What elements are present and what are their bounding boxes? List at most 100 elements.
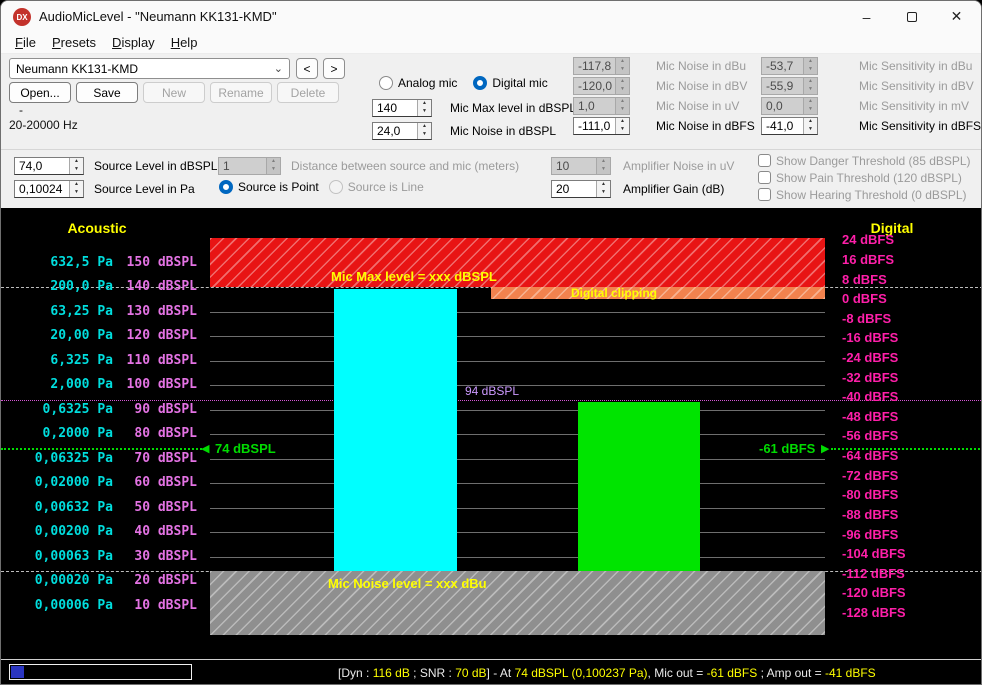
spin-up-icon: ▲ [267, 158, 280, 166]
spin-up-icon[interactable]: ▲ [418, 123, 431, 131]
pa-value: 0,06325 Pa [1, 451, 113, 467]
arrow-left-icon: ◀ [201, 442, 209, 456]
preset-combobox[interactable]: Neumann KK131-KMD ⌄ [9, 58, 290, 79]
spin-down-icon: ▼ [616, 66, 629, 74]
mic-sensitivity-in-dbu-row: -53,7▲▼Mic Sensitivity in dBu [761, 57, 981, 75]
mic-noise-spinners: -117,8▲▼Mic Noise in dBu-120,0▲▼Mic Nois… [573, 57, 755, 135]
checkbox-show-danger-threshold-85-dbspl[interactable]: Show Danger Threshold (85 dBSPL) [758, 153, 971, 168]
checkbox-icon[interactable] [758, 154, 771, 167]
distance-between-source-and-mic-meters-spinner: 1▲▼ [218, 157, 281, 175]
pa-value: 20,00 Pa [1, 328, 113, 344]
dbfs-axis-row: -48 dBFS [842, 409, 898, 425]
spl-axis-row: 200,0 Pa140 dBSPL [1, 279, 197, 295]
spin-up-icon[interactable]: ▲ [804, 118, 817, 126]
checkbox-show-pain-threshold-120-dbspl[interactable]: Show Pain Threshold (120 dBSPL) [758, 170, 971, 185]
maximize-button[interactable] [889, 1, 934, 32]
spin-down-icon: ▼ [804, 66, 817, 74]
mic-max-level-in-dbspl-value[interactable]: 140 [373, 100, 417, 116]
minimize-button[interactable]: – [844, 1, 889, 32]
mic-max-level-in-dbspl-spinner[interactable]: 140▲▼ [372, 99, 432, 117]
spinner-arrows-icon: ▲▼ [615, 78, 629, 94]
mic-noise-in-uv-label: Mic Noise in uV [656, 99, 739, 113]
dbfs-axis-row: -56 dBFS [842, 428, 898, 444]
spl-axis-row: 0,02000 Pa60 dBSPL [1, 475, 197, 491]
checkbox-icon[interactable] [758, 188, 771, 201]
gridline [210, 336, 825, 337]
spinner-arrows-icon: ▲▼ [803, 58, 817, 74]
source-level-in-dbspl-value[interactable]: 74,0 [15, 158, 69, 174]
spinner-arrows-icon: ▲▼ [615, 98, 629, 114]
status-segment: ; SNR : [410, 666, 455, 680]
source-type-radios: Source is Point Source is Line [219, 180, 424, 194]
mic-noise-in-dbv-label: Mic Noise in dBV [656, 79, 747, 93]
radio-source-is-point[interactable]: Source is Point [219, 180, 319, 194]
menu-bar: FilePresetsDisplayHelp [1, 33, 981, 54]
show-pain-threshold-120-dbspl-label: Show Pain Threshold (120 dBSPL) [776, 171, 962, 185]
mic-noise-in-dbfs-row: -111,0▲▼Mic Noise in dBFS [573, 117, 755, 135]
spl-axis-row: 0,00063 Pa30 dBSPL [1, 549, 197, 565]
dbfs-axis-row: -72 dBFS [842, 468, 898, 484]
menu-item-file[interactable]: File [7, 33, 44, 50]
spin-down-icon[interactable]: ▼ [70, 166, 83, 174]
radio-analog-mic[interactable]: Analog mic [379, 76, 457, 90]
amplifier-gain-db-value[interactable]: 20 [552, 181, 596, 197]
dbspl-value: 50 dBSPL [113, 500, 197, 516]
open-button[interactable]: Open... [9, 82, 71, 103]
spin-up-icon[interactable]: ▲ [616, 118, 629, 126]
close-button[interactable]: ✕ [934, 1, 979, 32]
digital-clipping-label: Digital clipping [571, 287, 657, 299]
spin-down-icon[interactable]: ▼ [418, 108, 431, 116]
mic-max-level-in-dbspl-label: Mic Max level in dBSPL [450, 101, 576, 115]
mic-sensitivity-in-dbfs-spinner[interactable]: -41,0▲▼ [761, 117, 818, 135]
radio-icon[interactable] [379, 76, 393, 90]
dbspl-value: 30 dBSPL [113, 549, 197, 565]
spin-up-icon[interactable]: ▲ [418, 100, 431, 108]
spin-down-icon: ▼ [804, 86, 817, 94]
amplifier-noise-in-uv-row: 10▲▼Amplifier Noise in uV [551, 157, 734, 175]
close-icon: ✕ [951, 8, 963, 25]
checkbox-show-hearing-threshold-0-dbspl[interactable]: Show Hearing Threshold (0 dBSPL) [758, 187, 971, 202]
radio-digital-mic[interactable]: Digital mic [473, 76, 547, 90]
source-is-line-label: Source is Line [348, 180, 424, 194]
dbfs-axis-row: -112 dBFS [842, 566, 905, 582]
marker-right-label: -61 dBFS [759, 441, 815, 456]
mic-noise-in-dbfs-spinner[interactable]: -111,0▲▼ [573, 117, 630, 135]
source-level-spinners: 74,0▲▼Source Level in dBSPL0,10024▲▼Sour… [14, 157, 217, 198]
spin-down-icon[interactable]: ▼ [418, 131, 431, 139]
spin-down-icon[interactable]: ▼ [597, 189, 610, 197]
spin-up-icon[interactable]: ▲ [597, 181, 610, 189]
save-button[interactable]: Save [76, 82, 138, 103]
radio-icon[interactable] [473, 76, 487, 90]
spl-axis-row: 0,00200 Pa40 dBSPL [1, 524, 197, 540]
source-level-in-pa-value[interactable]: 0,10024 [15, 181, 69, 197]
spin-up-icon[interactable]: ▲ [70, 158, 83, 166]
mic-noise-in-dbfs-value[interactable]: -111,0 [574, 118, 615, 134]
spin-down-icon[interactable]: ▼ [804, 126, 817, 134]
preset-prev-button[interactable]: < [296, 58, 318, 79]
menu-item-help[interactable]: Help [163, 33, 206, 50]
source-level-in-pa-label: Source Level in Pa [94, 182, 195, 196]
spl-axis-row: 0,06325 Pa70 dBSPL [1, 451, 197, 467]
checkbox-icon[interactable] [758, 171, 771, 184]
spin-down-icon[interactable]: ▼ [616, 126, 629, 134]
source-level-in-dbspl-spinner[interactable]: 74,0▲▼ [14, 157, 84, 175]
menu-item-presets[interactable]: Presets [44, 33, 104, 50]
source-level-line [1, 400, 982, 401]
spl-axis-row: 20,00 Pa120 dBSPL [1, 328, 197, 344]
mic-noise-in-dbspl-value[interactable]: 24,0 [373, 123, 417, 139]
mic-sensitivity-in-dbfs-value[interactable]: -41,0 [762, 118, 803, 134]
radio-icon[interactable] [219, 180, 233, 194]
panel-separator [1, 149, 981, 150]
spin-down-icon[interactable]: ▼ [70, 189, 83, 197]
amplifier-gain-db-spinner[interactable]: 20▲▼ [551, 180, 611, 198]
source-level-in-pa-spinner[interactable]: 0,10024▲▼ [14, 180, 84, 198]
source-level-label: 94 dBSPL [465, 384, 519, 398]
spin-up-icon[interactable]: ▲ [70, 181, 83, 189]
mic-noise-in-dbspl-spinner[interactable]: 24,0▲▼ [372, 122, 432, 140]
preset-next-button[interactable]: > [323, 58, 345, 79]
dbspl-value: 10 dBSPL [113, 598, 197, 614]
delete-button: Delete [277, 82, 339, 103]
mic-sensitivity-in-dbfs-label: Mic Sensitivity in dBFS [859, 119, 981, 133]
app-icon: DX [13, 8, 31, 26]
menu-item-display[interactable]: Display [104, 33, 163, 50]
